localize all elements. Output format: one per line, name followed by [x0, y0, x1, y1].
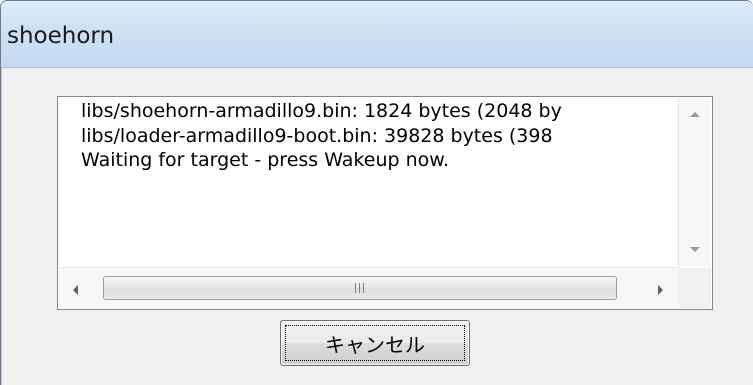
grip-icon [355, 283, 366, 293]
scroll-left-arrow-icon [73, 285, 78, 295]
scroll-right-button[interactable] [645, 274, 675, 304]
scroll-up-arrow-icon [690, 112, 700, 117]
log-text-area[interactable]: libs/shoehorn-armadillo9.bin: 1824 bytes… [60, 99, 680, 267]
cancel-button-label: キャンセル [325, 332, 425, 357]
log-line: libs/loader-armadillo9-boot.bin: 39828 b… [81, 125, 553, 147]
log-line: Waiting for target - press Wakeup now. [81, 149, 450, 171]
log-output-box[interactable]: libs/shoehorn-armadillo9.bin: 1824 bytes… [57, 96, 713, 310]
scroll-up-button[interactable] [680, 100, 710, 130]
scroll-right-arrow-icon [658, 285, 663, 295]
scroll-left-button[interactable] [61, 274, 91, 304]
vertical-scrollbar[interactable] [678, 98, 711, 267]
scrollbar-corner [679, 268, 711, 308]
cancel-button[interactable]: キャンセル [280, 320, 470, 366]
scroll-down-button[interactable] [680, 235, 710, 265]
window-title: shoehorn [7, 23, 115, 49]
title-bar[interactable]: shoehorn [1, 1, 753, 68]
horizontal-scroll-thumb[interactable] [103, 276, 617, 300]
horizontal-scrollbar[interactable] [59, 267, 679, 308]
log-line: libs/shoehorn-armadillo9.bin: 1824 bytes… [81, 100, 562, 122]
scroll-down-arrow-icon [690, 247, 700, 252]
